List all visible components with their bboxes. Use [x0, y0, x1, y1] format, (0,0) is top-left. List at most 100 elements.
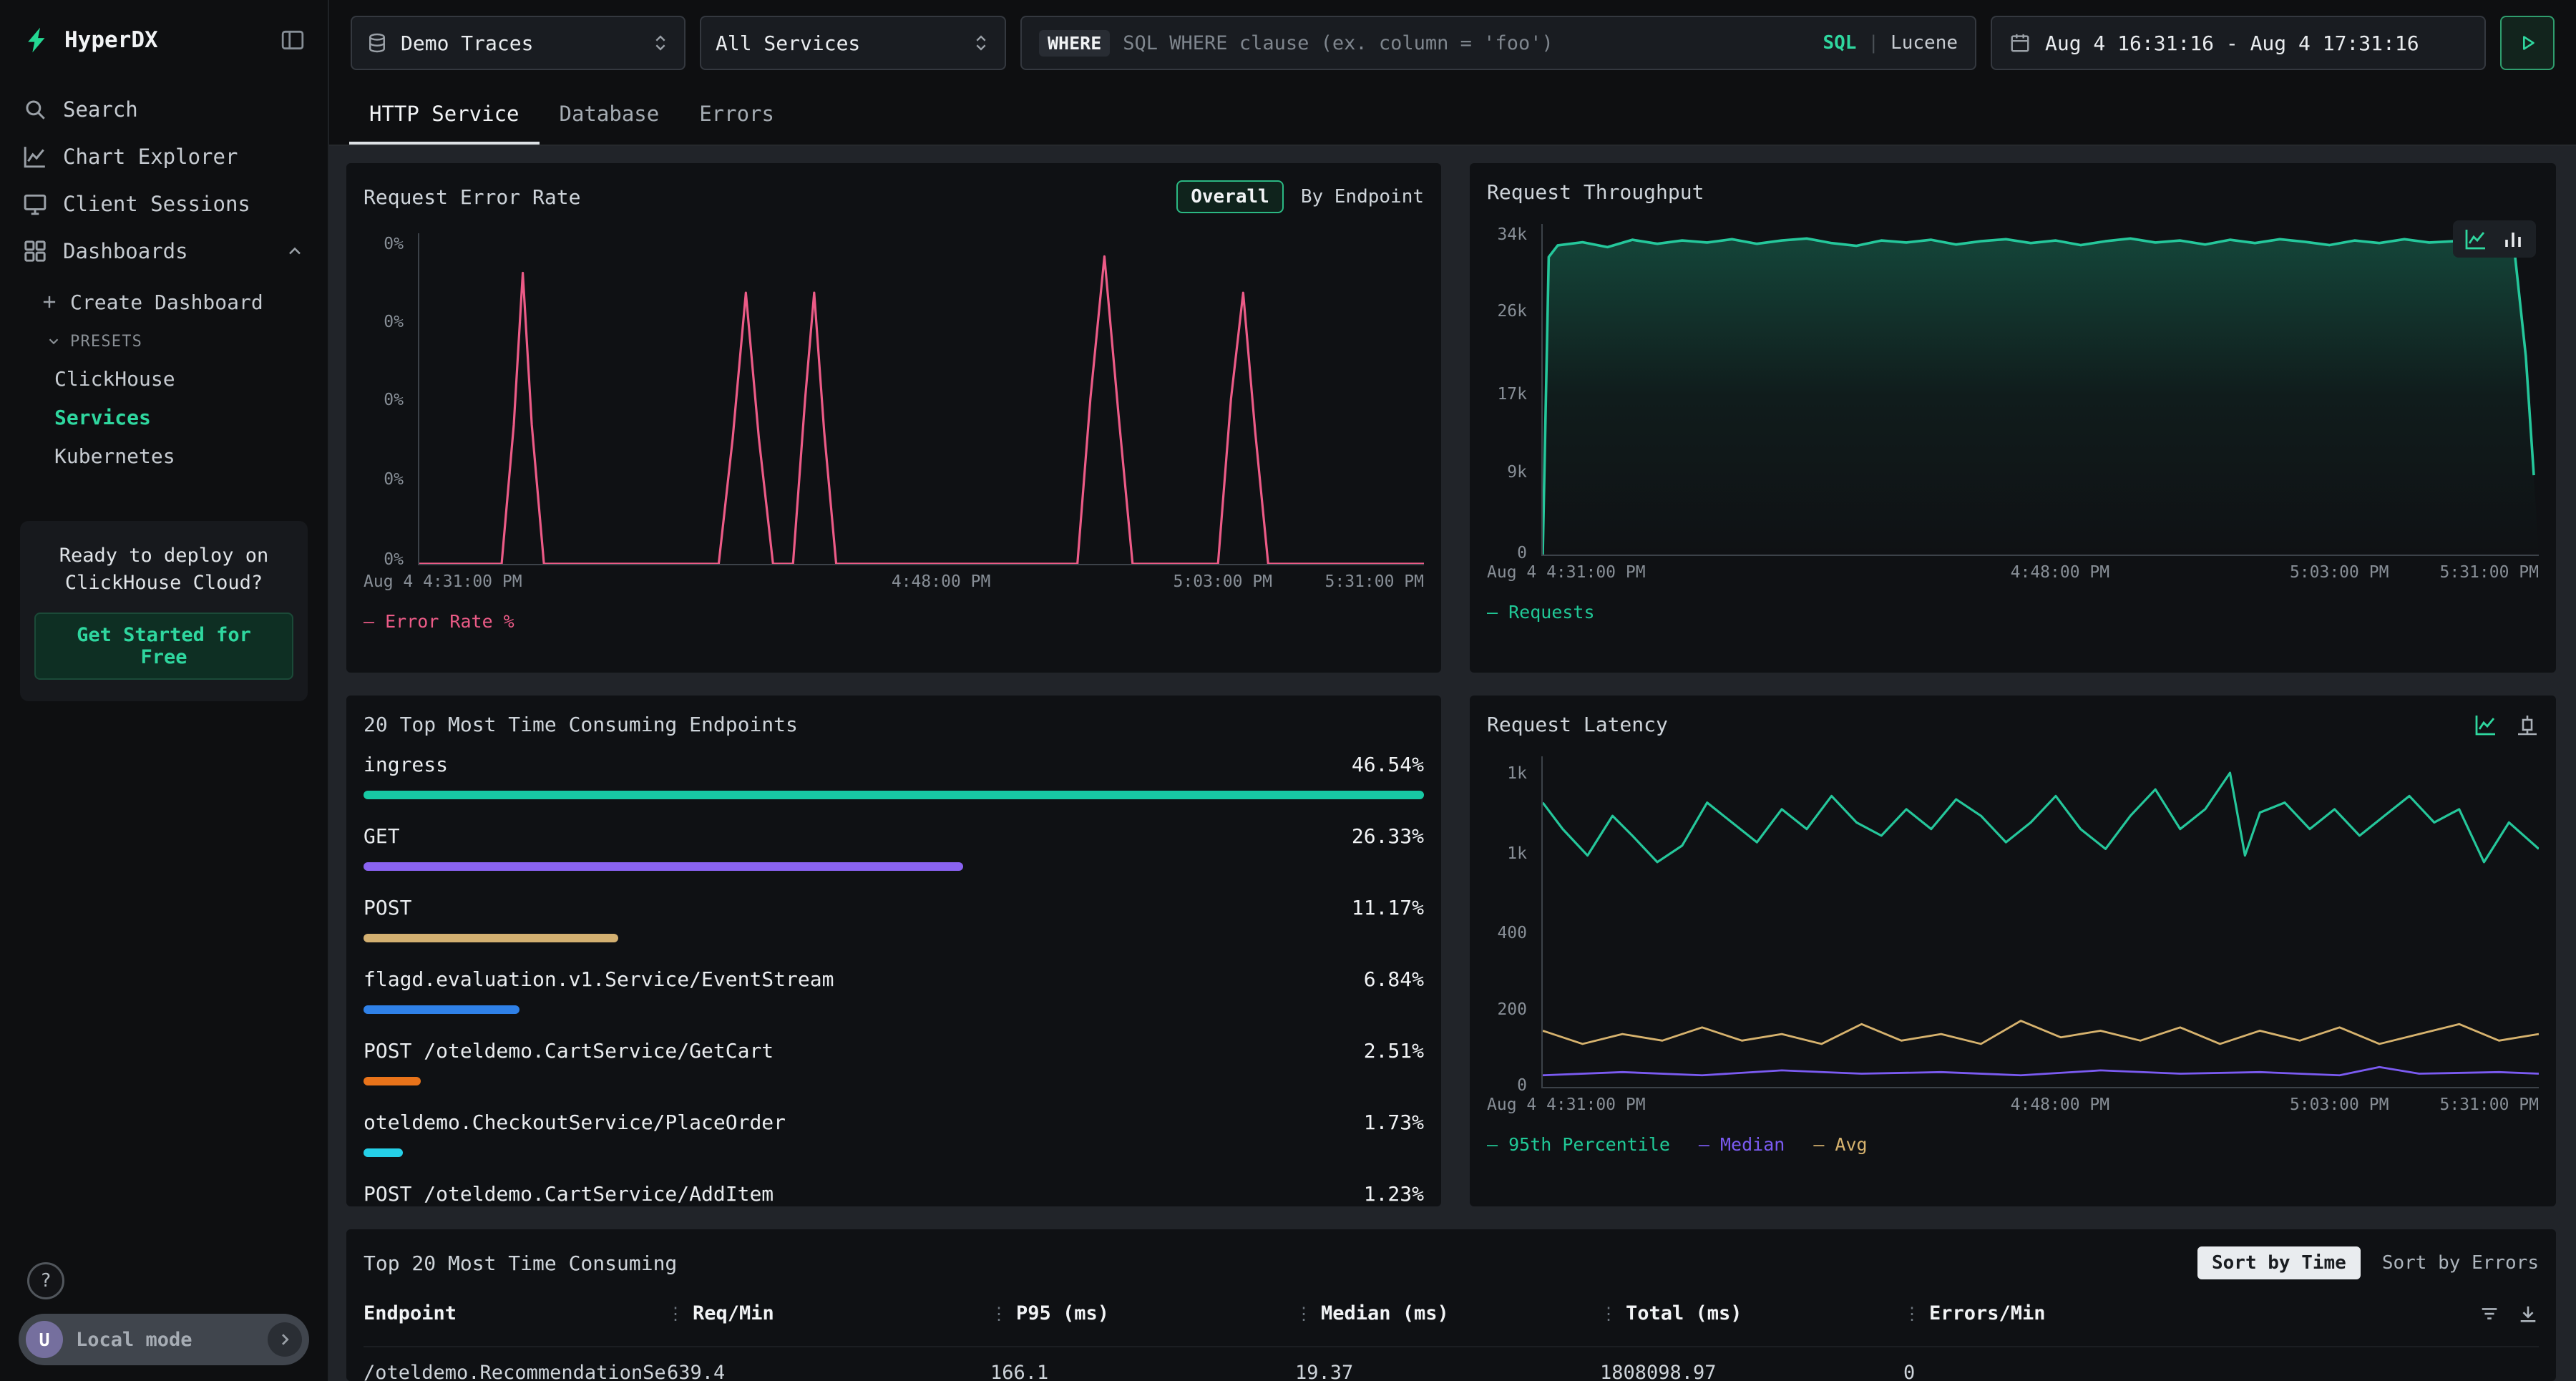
- endpoint-bar-row[interactable]: POST 11.17%: [364, 894, 1424, 942]
- y-axis: 0%0%0%0%0%: [364, 233, 412, 565]
- table-row[interactable]: /oteldemo.RecommendationServ 639.4 166.1…: [364, 1346, 2539, 1381]
- y-axis-tick: 0: [1517, 1076, 1527, 1095]
- create-dashboard-button[interactable]: Create Dashboard: [0, 280, 328, 323]
- legend-item: 95th Percentile: [1487, 1134, 1670, 1155]
- column-settings-icon[interactable]: [2479, 1303, 2500, 1324]
- chart-legend: Requests: [1487, 602, 2539, 623]
- chart-legend: 95th Percentile Median Avg: [1487, 1134, 2539, 1155]
- tab-database[interactable]: Database: [540, 86, 680, 145]
- sidebar-item-label: Search: [63, 97, 138, 122]
- sidebar-item-label: Dashboards: [63, 239, 188, 263]
- user-menu[interactable]: U Local mode: [19, 1314, 309, 1365]
- time-range-value: Aug 4 16:31:16 - Aug 4 17:31:16: [2045, 31, 2419, 55]
- column-header-total[interactable]: ⋮ Total (ms): [1600, 1302, 1903, 1324]
- sort-by-errors-button[interactable]: Sort by Errors: [2382, 1252, 2539, 1274]
- y-axis-tick: 0%: [384, 235, 404, 253]
- help-button[interactable]: ?: [27, 1262, 64, 1299]
- table-toolbar: [2479, 1303, 2539, 1324]
- lucene-mode-button[interactable]: Lucene: [1890, 32, 1958, 54]
- column-header-median[interactable]: ⋮ Median (ms): [1295, 1302, 1600, 1324]
- sidebar-item-kubernetes[interactable]: Kubernetes: [0, 436, 328, 475]
- sidebar-header: HyperDX: [0, 0, 328, 69]
- column-header-errors-min[interactable]: ⋮ Errors/Min: [1903, 1302, 2539, 1324]
- tab-errors[interactable]: Errors: [679, 86, 794, 145]
- endpoint-percent: 1.23%: [1364, 1180, 1424, 1206]
- sidebar-item-services[interactable]: Services: [0, 398, 328, 436]
- presets-section-toggle[interactable]: PRESETS: [0, 323, 328, 359]
- error-rate-plot[interactable]: [418, 233, 1424, 565]
- app-title: HyperDX: [64, 27, 268, 53]
- x-axis-tick: 4:48:00 PM: [2011, 563, 2109, 582]
- endpoint-bar-row[interactable]: flagd.evaluation.v1.Service/EventStream …: [364, 965, 1424, 1014]
- calendar-icon: [2009, 32, 2031, 54]
- by-endpoint-toggle-button[interactable]: By Endpoint: [1301, 186, 1424, 208]
- search-bar: WHERE SQL | Lucene: [1020, 16, 1976, 70]
- line-chart-icon[interactable]: [2464, 228, 2487, 250]
- column-sort-icon: ⋮: [1903, 1304, 1921, 1324]
- x-axis-tick: 5:03:00 PM: [1174, 572, 1272, 591]
- endpoint-bar: [364, 1005, 519, 1014]
- box-plot-icon[interactable]: [2516, 713, 2539, 736]
- panel-title: 20 Top Most Time Consuming Endpoints: [364, 713, 798, 736]
- clickhouse-cloud-promo: Ready to deploy on ClickHouse Cloud? Get…: [20, 521, 308, 701]
- column-header-endpoint[interactable]: Endpoint: [364, 1302, 667, 1324]
- latency-plot[interactable]: [1541, 756, 2539, 1088]
- legend-item: Requests: [1487, 602, 1595, 623]
- endpoint-bar-row[interactable]: POST /oteldemo.CartService/GetCart 2.51%: [364, 1037, 1424, 1085]
- sidebar-item-client-sessions[interactable]: Client Sessions: [0, 180, 328, 228]
- throughput-plot[interactable]: [1541, 224, 2539, 556]
- endpoint-bar-row[interactable]: oteldemo.CheckoutService/PlaceOrder 1.73…: [364, 1108, 1424, 1157]
- y-axis-tick: 26k: [1497, 302, 1527, 321]
- service-select[interactable]: All Services: [700, 16, 1006, 70]
- endpoint-bar-row[interactable]: GET 26.33%: [364, 822, 1424, 871]
- topbar: Demo Traces All Services WHERE SQL | Luc…: [329, 0, 2576, 86]
- endpoint-bar-row[interactable]: POST /oteldemo.CartService/AddItem 1.23%: [364, 1180, 1424, 1206]
- sidebar-collapse-icon[interactable]: [280, 28, 305, 52]
- cell-p95: 166.1: [990, 1362, 1295, 1381]
- column-header-req-min[interactable]: ⋮ Req/Min: [667, 1302, 990, 1324]
- line-chart-icon[interactable]: [2474, 713, 2497, 736]
- data-source-select[interactable]: Demo Traces: [351, 16, 686, 70]
- service-tabs: HTTP Service Database Errors: [329, 86, 2576, 146]
- x-axis-tick: Aug 4 4:31:00 PM: [1487, 563, 1646, 582]
- sql-where-input[interactable]: [1123, 32, 1810, 54]
- run-query-button[interactable]: [2500, 16, 2555, 70]
- dashboard-content: Request Error Rate Overall By Endpoint 0…: [329, 146, 2576, 1381]
- sidebar-item-search[interactable]: Search: [0, 86, 328, 133]
- x-axis-tick: 5:31:00 PM: [2440, 1095, 2539, 1114]
- select-updown-icon: [651, 34, 670, 52]
- column-header-p95[interactable]: ⋮ P95 (ms): [990, 1302, 1295, 1324]
- app-root: HyperDX Search Chart Explorer: [0, 0, 2576, 1381]
- x-axis-tick: 5:31:00 PM: [2440, 563, 2539, 582]
- chart-icon: [23, 145, 47, 169]
- endpoint-label: POST /oteldemo.CartService/GetCart: [364, 1037, 774, 1065]
- endpoint-bars-list: ingress 46.54% GET 26.33%: [364, 751, 1424, 1206]
- select-updown-icon: [972, 34, 990, 52]
- sql-mode-button[interactable]: SQL: [1823, 32, 1856, 54]
- sidebar-item-chart-explorer[interactable]: Chart Explorer: [0, 133, 328, 180]
- hyperdx-logo-icon: [23, 26, 52, 54]
- charts-row-1: Request Error Rate Overall By Endpoint 0…: [346, 163, 2556, 673]
- y-axis-tick: 0%: [384, 391, 404, 409]
- x-axis: Aug 4 4:31:00 PM4:48:00 PM5:03:00 PM5:31…: [1541, 1095, 2539, 1118]
- endpoint-bar-row[interactable]: ingress 46.54%: [364, 751, 1424, 799]
- legend-item: Avg: [1813, 1134, 1867, 1155]
- sidebar-item-clickhouse[interactable]: ClickHouse: [0, 359, 328, 398]
- overall-toggle-button[interactable]: Overall: [1176, 180, 1284, 213]
- x-axis: Aug 4 4:31:00 PM4:48:00 PM5:03:00 PM5:31…: [418, 572, 1424, 595]
- promo-text-line2: ClickHouse Cloud?: [34, 570, 293, 597]
- latency-chart-controls: [2474, 713, 2539, 736]
- sidebar-item-label: Chart Explorer: [63, 145, 238, 169]
- tab-http-service[interactable]: HTTP Service: [349, 86, 540, 145]
- bar-chart-icon[interactable]: [2502, 228, 2524, 250]
- dashboards-subnav: Create Dashboard PRESETS ClickHouse Serv…: [0, 275, 328, 478]
- panel-title: Request Error Rate: [364, 185, 580, 209]
- download-icon[interactable]: [2517, 1303, 2539, 1324]
- sidebar-item-dashboards[interactable]: Dashboards: [0, 228, 328, 275]
- sort-by-time-button[interactable]: Sort by Time: [2197, 1246, 2361, 1279]
- get-started-button[interactable]: Get Started for Free: [34, 613, 293, 680]
- time-range-picker[interactable]: Aug 4 16:31:16 - Aug 4 17:31:16: [1991, 16, 2486, 70]
- chevron-down-icon: [46, 333, 62, 349]
- column-label: Req/Min: [693, 1302, 774, 1324]
- cell-endpoint: /oteldemo.RecommendationServ: [364, 1362, 667, 1381]
